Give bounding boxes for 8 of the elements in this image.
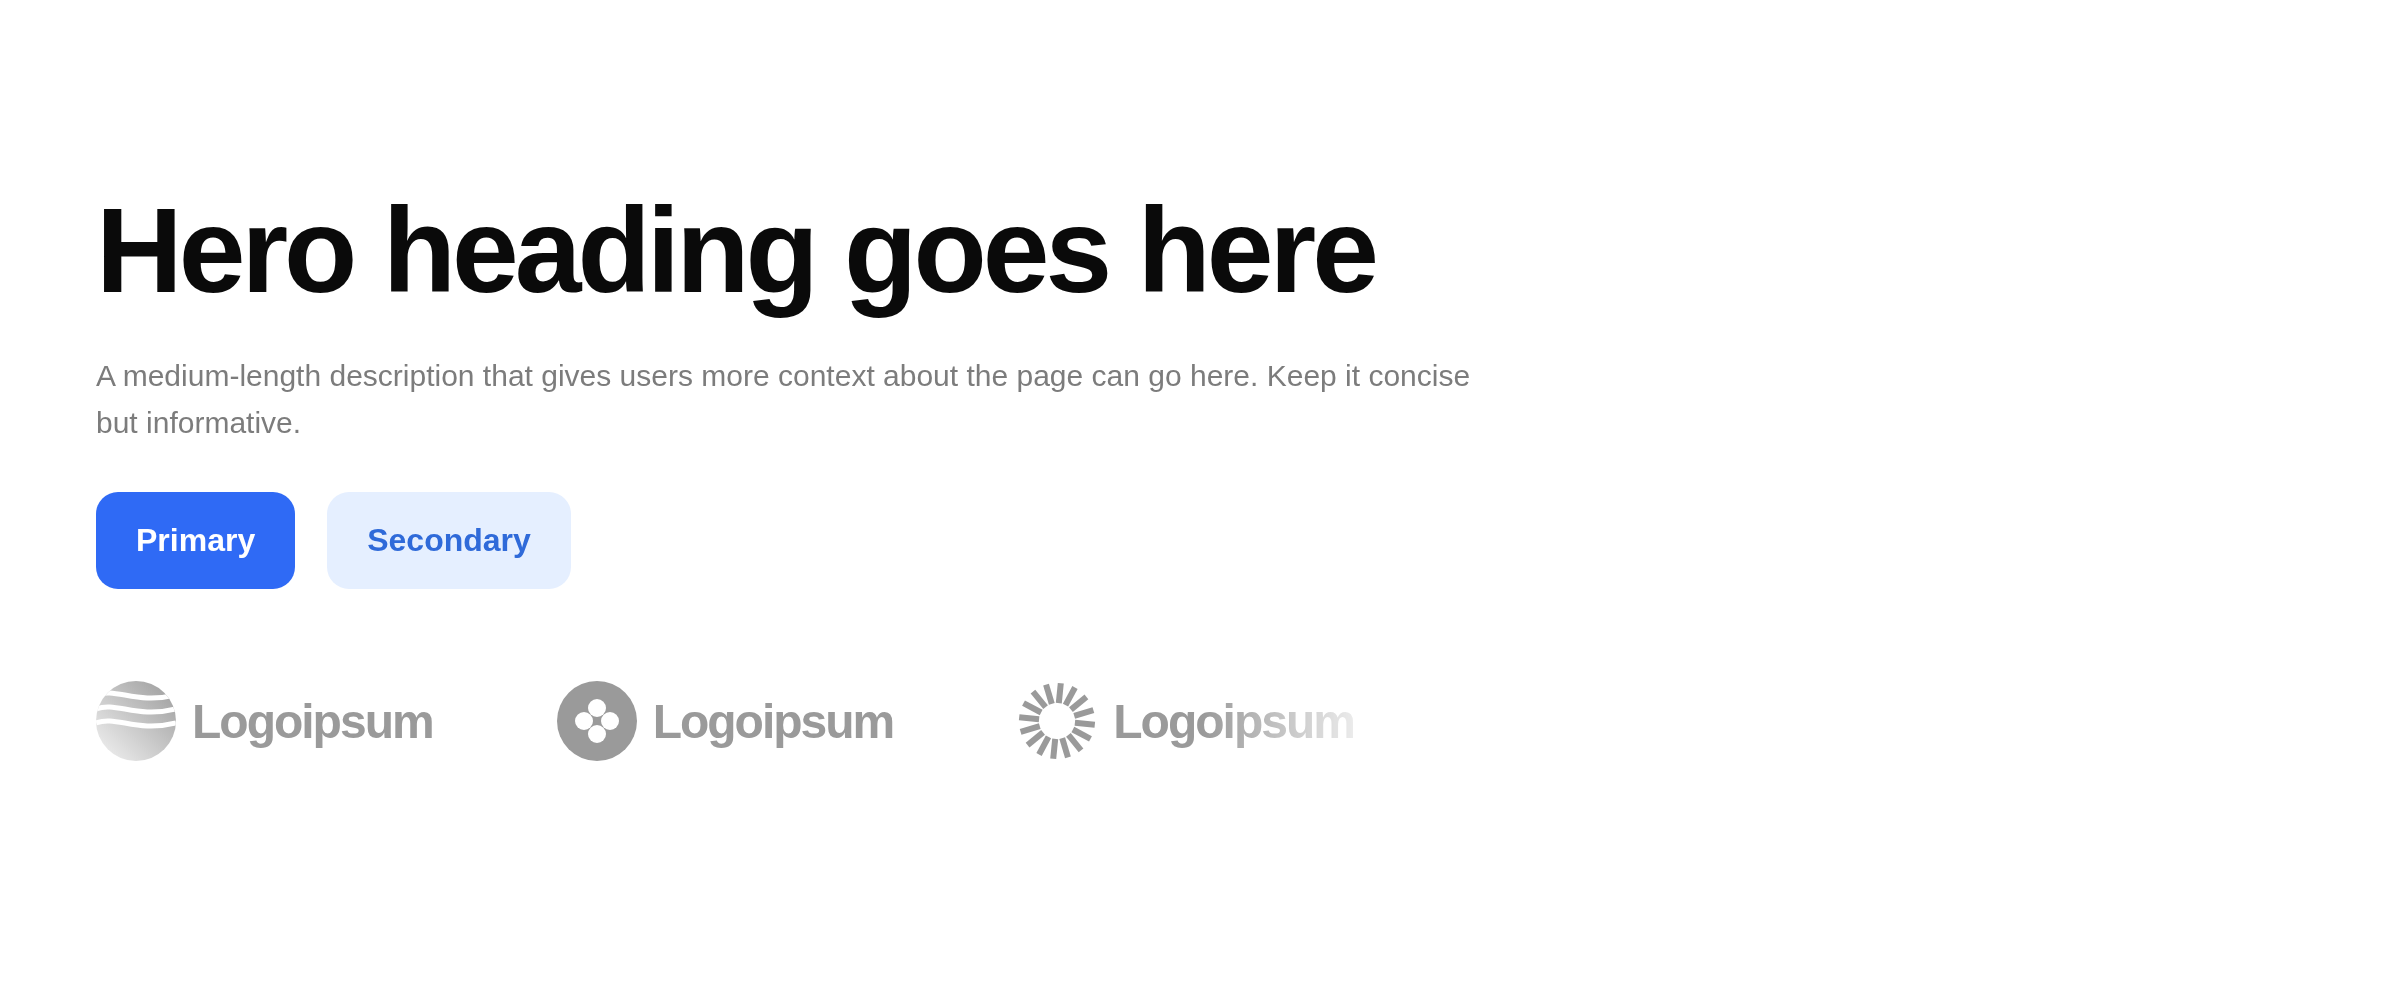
- hero-description: A medium-length description that gives users more context about the page can go here. Keep it concise but informative.: [96, 358, 1472, 441]
- logo-wordmark: Logoipsum: [192, 693, 433, 749]
- clover-logo-icon: [556, 681, 637, 761]
- sunburst-logo-icon: [1017, 681, 1098, 761]
- secondary-button[interactable]: Secondary: [327, 492, 571, 589]
- hero-heading: Hero heading goes here: [96, 182, 1376, 320]
- primary-button[interactable]: Primary: [96, 492, 296, 589]
- logo-wordmark: Logoipsum: [652, 693, 894, 749]
